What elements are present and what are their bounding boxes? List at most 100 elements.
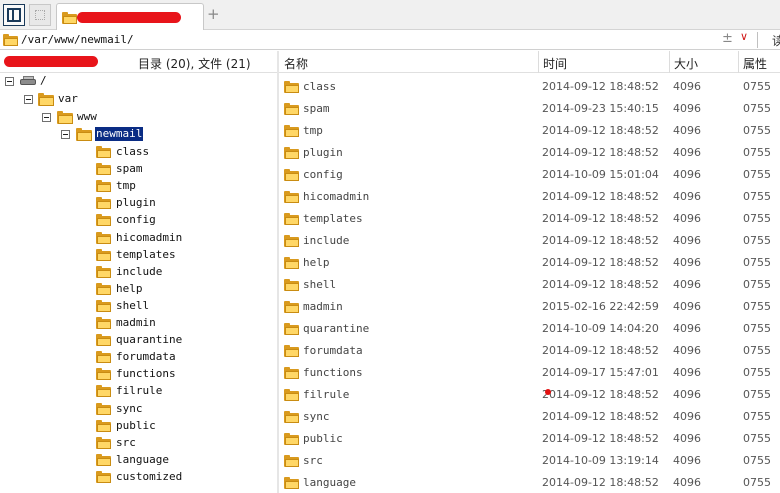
file-size: 4096 (673, 80, 701, 93)
tree-item-www[interactable]: www (0, 109, 277, 126)
tree-label: forumdata (116, 350, 176, 364)
folder-icon (96, 282, 111, 295)
tree-item[interactable]: templates (0, 247, 277, 264)
table-row[interactable]: tmp 2014-09-12 18:48:52 4096 0755 (279, 120, 780, 142)
tree-item[interactable]: plugin (0, 195, 277, 212)
folder-icon (57, 111, 73, 124)
table-row[interactable]: templates 2014-09-12 18:48:52 4096 0755 (279, 208, 780, 230)
path-input[interactable]: /var/www/newmail/ (21, 33, 134, 46)
file-attr: 0755 (743, 344, 771, 357)
file-attr: 0755 (743, 410, 771, 423)
panel-icon (7, 8, 21, 22)
table-row[interactable]: public 2014-09-12 18:48:52 4096 0755 (279, 428, 780, 450)
folder-icon (96, 402, 111, 415)
tree-item[interactable]: customized (0, 469, 277, 486)
column-divider[interactable] (669, 51, 670, 73)
table-row[interactable]: language 2014-09-12 18:48:52 4096 0755 (279, 472, 780, 493)
tree-item[interactable]: config (0, 212, 277, 229)
table-row[interactable]: functions 2014-09-17 15:47:01 4096 0755 (279, 362, 780, 384)
table-row[interactable]: quarantine 2014-10-09 14:04:20 4096 0755 (279, 318, 780, 340)
tree-item[interactable]: tmp (0, 178, 277, 195)
file-time: 2014-09-12 18:48:52 (542, 388, 659, 401)
table-row[interactable]: filrule 2014-09-12 18:48:52 4096 0755 (279, 384, 780, 406)
table-row[interactable]: include 2014-09-12 18:48:52 4096 0755 (279, 230, 780, 252)
tree-item[interactable]: help (0, 281, 277, 298)
tree-item[interactable]: include (0, 264, 277, 281)
tree-item[interactable]: filrule (0, 383, 277, 400)
tree-item[interactable]: shell (0, 298, 277, 315)
tree-item-newmail[interactable]: newmail (0, 126, 277, 143)
dir-file-count: 目录 (20), 文件 (21) (138, 57, 251, 71)
tab-active[interactable] (56, 3, 204, 30)
column-divider[interactable] (738, 51, 739, 73)
plus-minus-button[interactable]: ± (722, 31, 733, 46)
folder-icon (96, 436, 111, 449)
tree-label: quarantine (116, 333, 183, 347)
table-row[interactable]: spam 2014-09-23 15:40:15 4096 0755 (279, 98, 780, 120)
folder-icon (96, 146, 111, 158)
file-name: plugin (303, 146, 343, 159)
file-name: filrule (303, 388, 350, 401)
file-time: 2014-09-17 15:47:01 (542, 366, 659, 379)
collapse-icon[interactable] (5, 77, 14, 86)
column-header-time[interactable]: 时间 (543, 55, 567, 72)
table-row[interactable]: hicomadmin 2014-09-12 18:48:52 4096 0755 (279, 186, 780, 208)
tree-label: customized (116, 469, 183, 483)
collapse-icon[interactable] (61, 130, 70, 139)
column-header-attr[interactable]: 属性 (743, 55, 767, 72)
tree-label: madmin (116, 316, 156, 329)
tree-item[interactable]: sync (0, 401, 277, 418)
column-divider[interactable] (538, 51, 539, 73)
folder-icon (96, 453, 111, 466)
table-row[interactable]: src 2014-10-09 13:19:14 4096 0755 (279, 450, 780, 472)
table-row[interactable]: forumdata 2014-09-12 18:48:52 4096 0755 (279, 340, 780, 362)
blank-tab-button[interactable] (29, 4, 51, 26)
folder-icon (96, 299, 111, 312)
table-row[interactable]: plugin 2014-09-12 18:48:52 4096 0755 (279, 142, 780, 164)
toggle-panel-button[interactable] (3, 4, 25, 26)
chevron-down-icon[interactable]: ∨ (740, 30, 748, 43)
redacted-tab-title (77, 12, 181, 23)
file-size: 4096 (673, 124, 701, 137)
table-row[interactable]: config 2014-10-09 15:01:04 4096 0755 (279, 164, 780, 186)
tree-item-var[interactable]: var (0, 91, 277, 108)
file-attr: 0755 (743, 234, 771, 247)
tree-item[interactable]: spam (0, 161, 277, 178)
tab-bar: + (0, 0, 780, 30)
file-time: 2014-10-09 15:01:04 (542, 168, 659, 181)
collapse-icon[interactable] (42, 113, 51, 122)
folder-icon (96, 351, 111, 364)
read-button[interactable]: 读 (772, 32, 780, 49)
table-row[interactable]: help 2014-09-12 18:48:52 4096 0755 (279, 252, 780, 274)
tree-label: help (116, 281, 143, 295)
tree-item[interactable]: functions (0, 366, 277, 383)
collapse-icon[interactable] (24, 95, 33, 104)
divider (757, 32, 758, 48)
table-row[interactable]: shell 2014-09-12 18:48:52 4096 0755 (279, 274, 780, 296)
table-row[interactable]: madmin 2015-02-16 22:42:59 4096 0755 (279, 296, 780, 318)
tree-item[interactable]: hicomadmin (0, 230, 277, 247)
tree-item-root[interactable]: / (0, 73, 277, 90)
tree-item[interactable]: public (0, 418, 277, 435)
tree-label: functions (116, 367, 176, 381)
file-attr: 0755 (743, 366, 771, 379)
tree-item[interactable]: src (0, 435, 277, 452)
file-size: 4096 (673, 432, 701, 445)
file-size: 4096 (673, 190, 701, 203)
tree-item[interactable]: language (0, 452, 277, 469)
column-header-name[interactable]: 名称 (284, 55, 308, 72)
file-attr: 0755 (743, 432, 771, 445)
table-row[interactable]: class 2014-09-12 18:48:52 4096 0755 (279, 76, 780, 98)
tree-item[interactable]: class (0, 144, 277, 161)
file-attr: 0755 (743, 300, 771, 313)
add-tab-button[interactable]: + (207, 6, 220, 22)
folder-icon (96, 470, 111, 483)
folder-icon (96, 419, 111, 432)
column-header-size[interactable]: 大小 (674, 55, 698, 72)
tree-label: shell (116, 298, 150, 312)
tree-item[interactable]: quarantine (0, 332, 277, 349)
tree-item[interactable]: madmin (0, 315, 277, 332)
folder-icon (96, 334, 111, 347)
table-row[interactable]: sync 2014-09-12 18:48:52 4096 0755 (279, 406, 780, 428)
tree-item[interactable]: forumdata (0, 349, 277, 366)
